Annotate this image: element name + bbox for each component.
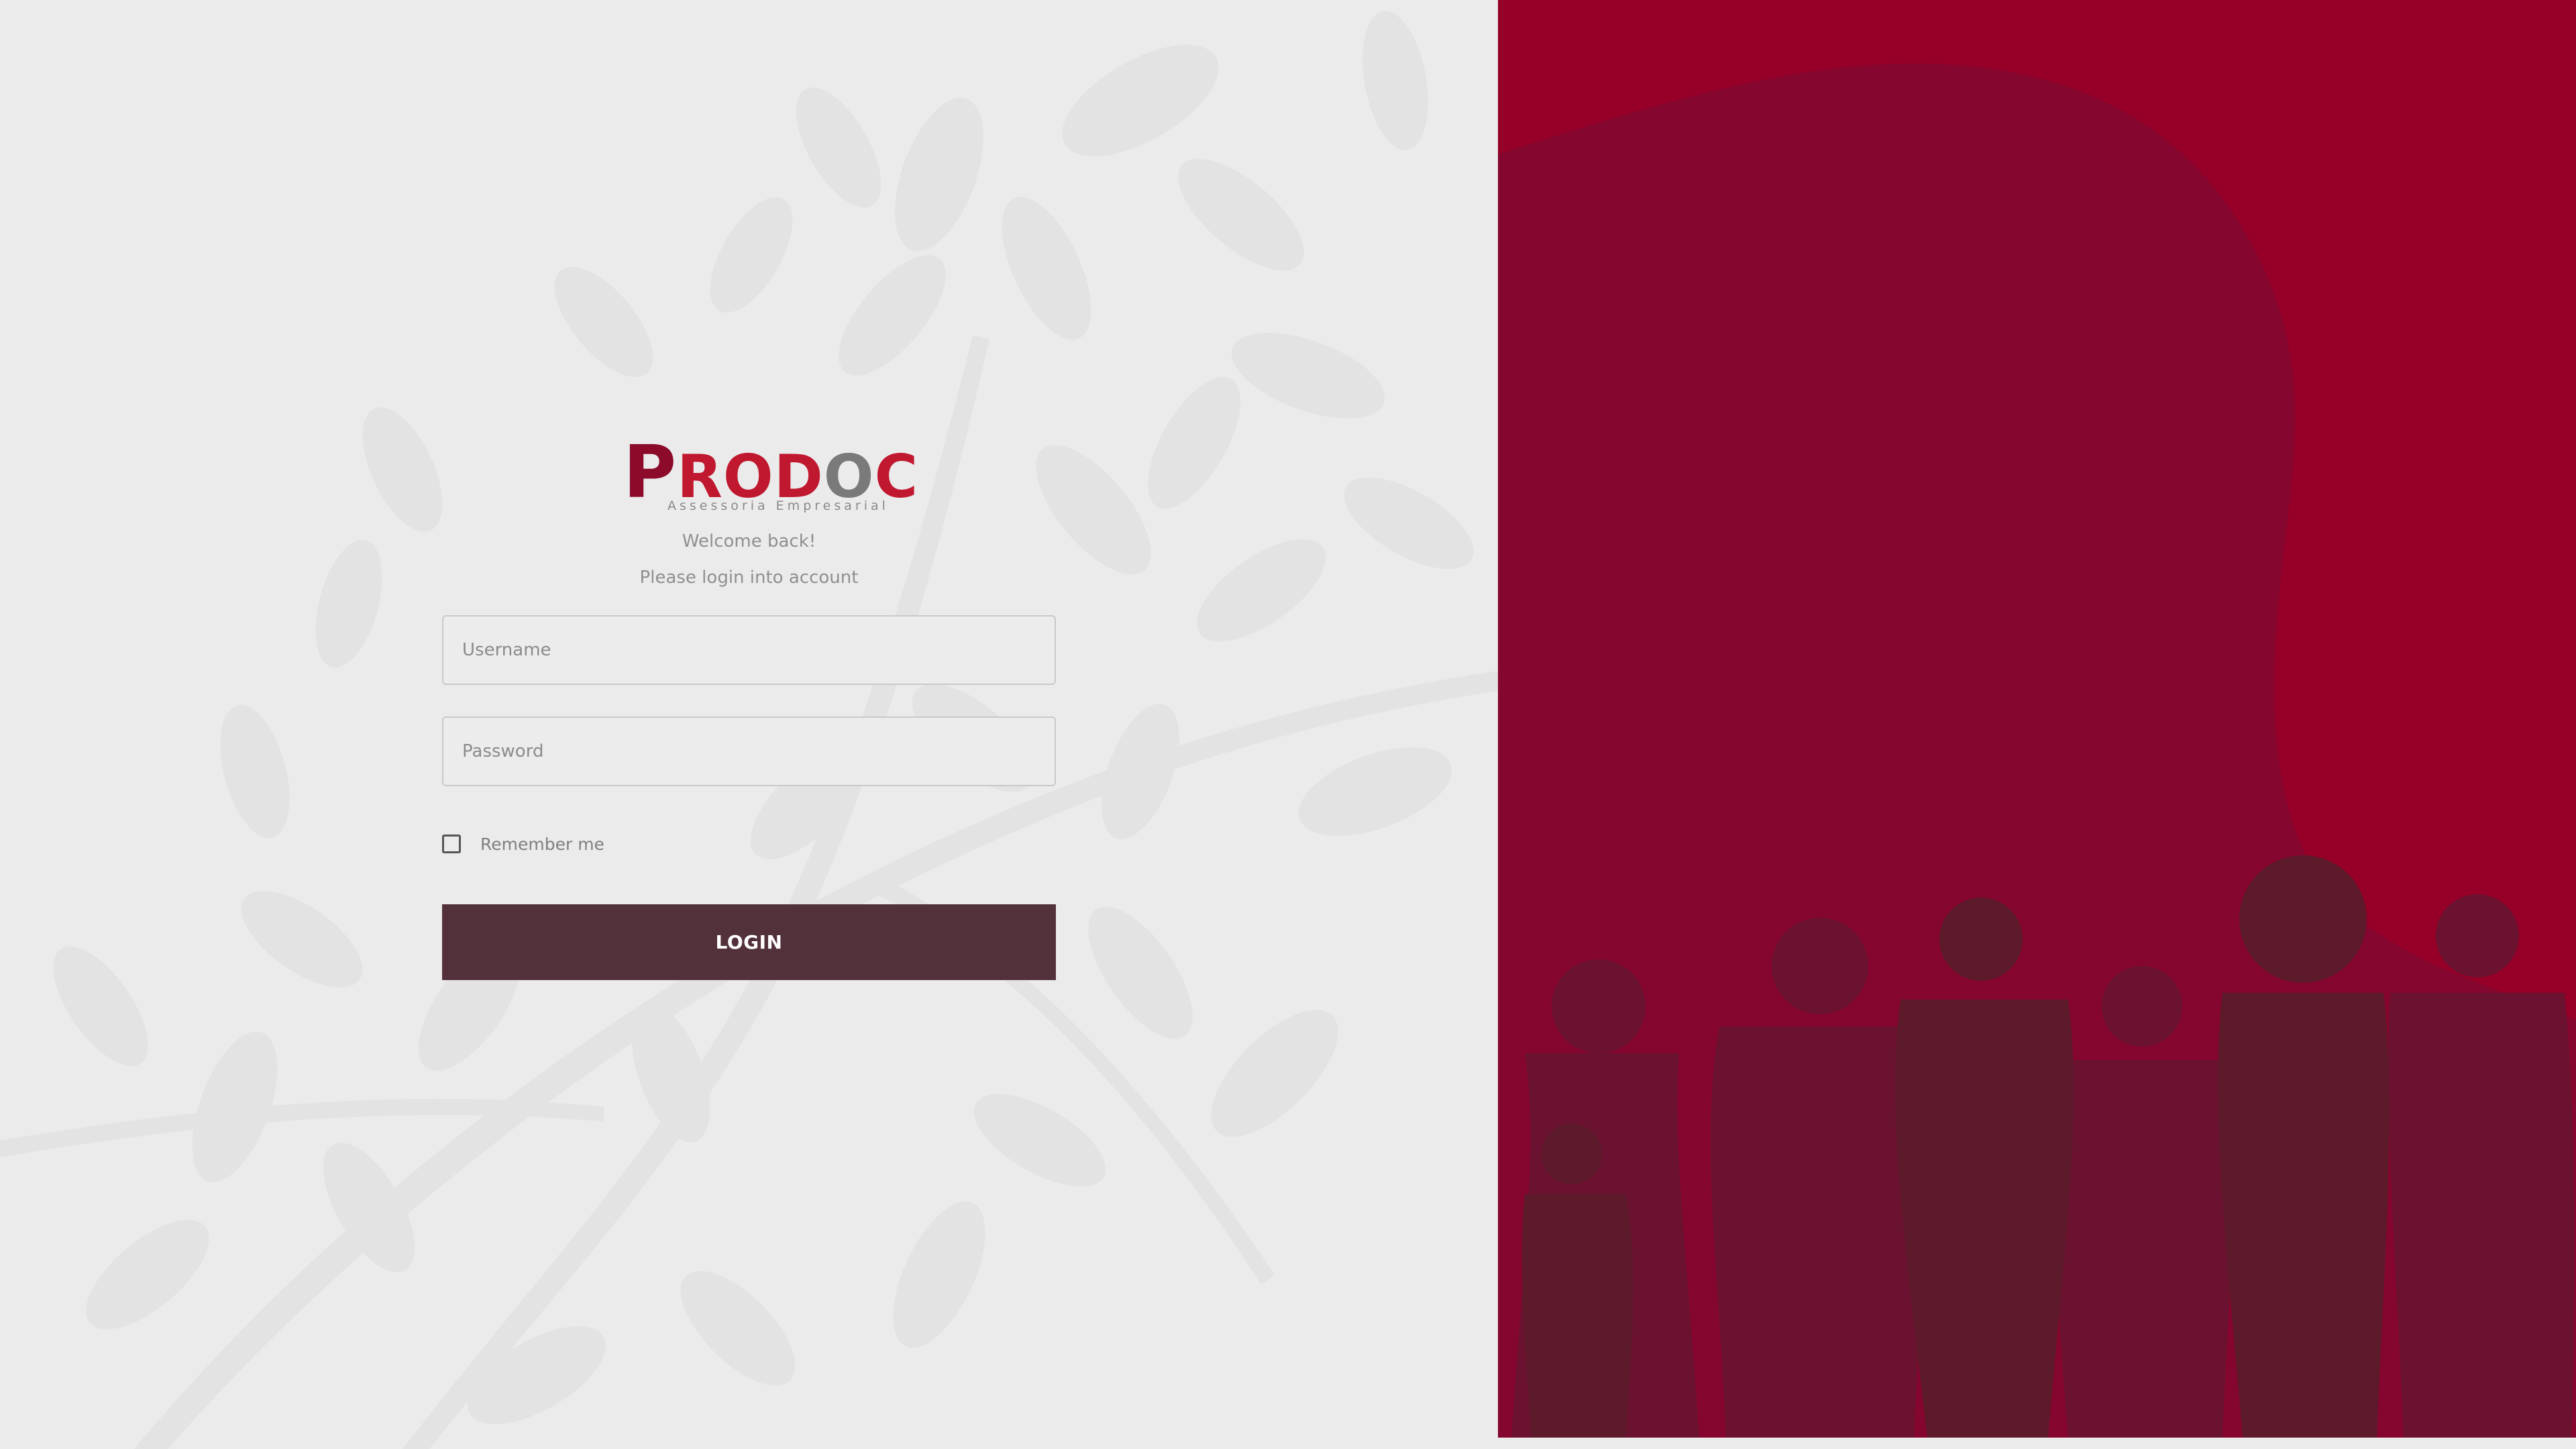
login-page: PRODOC Assessoria Empresarial Welcome ba… xyxy=(0,0,2576,1449)
login-button[interactable]: LOGIN xyxy=(442,904,1056,980)
remember-me-checkbox[interactable] xyxy=(442,835,461,853)
bottom-strip xyxy=(1498,1438,2576,1449)
remember-me-row[interactable]: Remember me xyxy=(442,832,604,856)
remember-me-label: Remember me xyxy=(480,834,604,854)
hero-panel xyxy=(1498,0,2576,1438)
logo-tagline: Assessoria Empresarial xyxy=(667,498,889,513)
people-group-illustration-icon xyxy=(1498,63,2576,1438)
login-panel: PRODOC Assessoria Empresarial Welcome ba… xyxy=(0,0,1498,1449)
login-subtitle: Please login into account xyxy=(639,568,859,588)
password-input[interactable] xyxy=(443,718,1055,785)
welcome-heading: Welcome back! xyxy=(682,531,816,551)
password-field-box xyxy=(442,716,1056,786)
username-input[interactable] xyxy=(443,616,1055,684)
username-field-box xyxy=(442,615,1056,685)
prodoc-logo: PRODOC Assessoria Empresarial xyxy=(623,437,918,517)
